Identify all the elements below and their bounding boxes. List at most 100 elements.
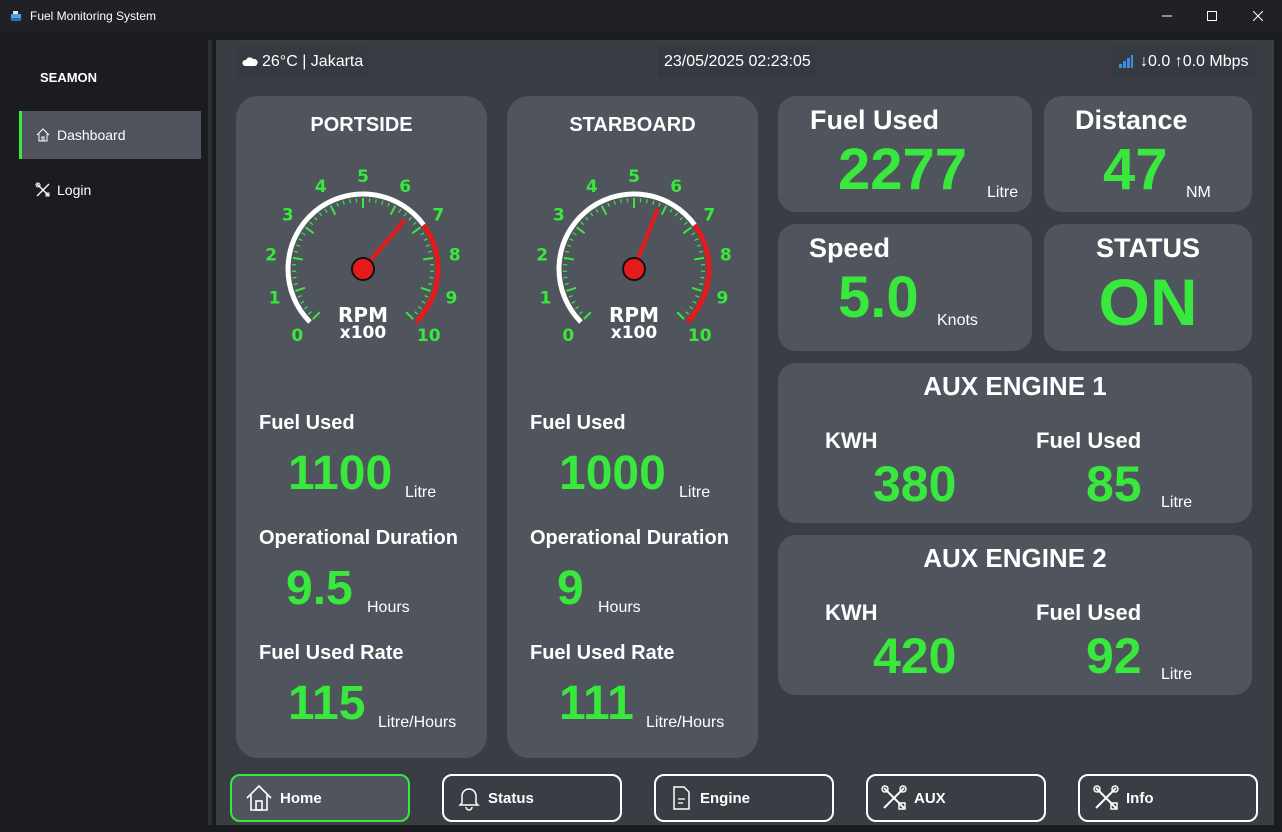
status-value: ON — [1098, 265, 1198, 339]
network-widget: ↓0.0 ↑0.0 Mbps — [1112, 46, 1255, 78]
status-nav-button[interactable]: Status — [442, 774, 622, 822]
home-icon — [36, 128, 50, 142]
starboard-panel: STARBOARD 0 1 2 3 4 5 6 7 8 9 10 RPM x100 Fuel Used … — [507, 96, 758, 758]
gauge-tick — [423, 256, 434, 261]
gauge-tick-label: 0 — [562, 326, 574, 346]
gauge-tick — [694, 256, 705, 261]
sidebar: SEAMON Dashboard Login — [0, 40, 209, 825]
gauge-tick — [420, 286, 431, 292]
gauge-tick — [292, 256, 303, 261]
home-nav-button[interactable]: Home — [230, 774, 410, 822]
kwh-value: 380 — [873, 456, 957, 512]
gauge-tick-label: 2 — [266, 245, 277, 265]
gauge-tick — [398, 208, 402, 213]
tools-icon — [881, 785, 907, 810]
gauge-tick-label: 1 — [540, 289, 552, 309]
aux-fuel-label: Fuel Used — [1036, 600, 1142, 625]
nav-label: Home — [280, 789, 322, 807]
status-card: STATUS ON — [1044, 224, 1252, 351]
brand-label: SEAMON — [40, 70, 98, 85]
gauge-tick — [423, 238, 428, 242]
gauge-tick — [324, 208, 328, 213]
gauge-tick-label: 6 — [670, 177, 682, 197]
duration-unit: Hours — [367, 599, 410, 616]
gauge-tick — [583, 311, 592, 320]
gauge-tick — [420, 232, 425, 236]
cloud-icon — [242, 57, 258, 66]
gauge-tick — [689, 306, 694, 310]
gauge-tick — [309, 221, 314, 226]
gauge-tick-label: 3 — [553, 205, 565, 225]
engine-nav-button[interactable]: Engine — [654, 774, 834, 822]
gauge-tick-label: 8 — [720, 245, 732, 265]
gauge-tick-label: 6 — [399, 177, 411, 197]
close-button[interactable] — [1235, 0, 1281, 32]
gauge-tick — [313, 216, 318, 221]
gauge-tick — [620, 199, 623, 204]
gauge-tick — [412, 221, 417, 226]
weather-widget: 26°C | Jakarta — [236, 46, 370, 78]
aux-fuel-unit: Litre — [1161, 494, 1193, 511]
gauge-tick — [408, 216, 413, 221]
gauge-tick — [694, 238, 699, 242]
gauge-tick — [699, 283, 704, 286]
gauge-tick — [389, 205, 397, 216]
duration-label: Operational Duration — [530, 527, 729, 549]
gauge-tick — [418, 306, 423, 310]
gauge-tick-label: 7 — [703, 205, 715, 225]
gauge-tick — [600, 205, 608, 216]
gauge-tick — [578, 311, 583, 315]
gauge-tick — [295, 286, 306, 292]
card-label: STATUS — [1096, 233, 1200, 263]
signal-icon — [1119, 55, 1133, 68]
rate-label: Fuel Used Rate — [530, 642, 675, 664]
gauge-tick — [301, 232, 306, 236]
gauge-tick — [566, 286, 577, 292]
gauge-tick — [563, 256, 574, 261]
sidebar-item-login[interactable]: Login — [19, 166, 201, 214]
gauge-tick-label: 0 — [291, 326, 303, 346]
info-nav-button[interactable]: Info — [1078, 774, 1258, 822]
fuel-used-unit: Litre — [679, 484, 711, 501]
gauge-tick — [294, 250, 299, 253]
aux-nav-button[interactable]: AUX — [866, 774, 1046, 822]
gauge-tick-label: 2 — [537, 245, 548, 265]
gauge-tick — [403, 212, 407, 217]
gauge-tick-label: 8 — [449, 245, 461, 265]
card-unit: NM — [1186, 184, 1211, 201]
window-title: Fuel Monitoring System — [30, 9, 157, 23]
aux-title: AUX ENGINE 2 — [923, 543, 1107, 573]
gauge-tick — [566, 244, 572, 247]
rpm-gauge: 012345678910RPMx100 — [537, 167, 732, 346]
gauge-tick — [685, 311, 690, 315]
gauge-tick-label: 4 — [586, 177, 598, 197]
minimize-button[interactable] — [1144, 0, 1190, 32]
rate-unit: Litre/Hours — [646, 714, 725, 731]
gauge-tick — [312, 311, 321, 320]
kwh-label: KWH — [825, 600, 878, 625]
nav-label: Engine — [700, 789, 751, 807]
nav-label: Info — [1126, 789, 1154, 807]
rate-value: 115 — [288, 677, 366, 730]
gauge-tick — [295, 244, 301, 247]
gauge-tick — [405, 311, 414, 320]
gauge-tick — [297, 295, 302, 298]
rate-label: Fuel Used Rate — [259, 642, 404, 664]
gauge-tick — [428, 283, 433, 286]
datetime-display: 23/05/2025 02:23:05 — [658, 46, 817, 78]
gauge-tick — [300, 300, 305, 304]
card-unit: Knots — [937, 312, 978, 329]
rate-value: 111 — [559, 677, 634, 730]
gauge-tick — [429, 276, 434, 279]
gauge-scale-label: x100 — [611, 323, 658, 343]
gauge-tick — [676, 311, 685, 320]
gauge-tick — [613, 200, 616, 205]
sidebar-item-dashboard[interactable]: Dashboard — [19, 111, 201, 159]
duration-label: Operational Duration — [259, 527, 458, 549]
gauge-tick — [414, 311, 419, 315]
minimize-icon — [1162, 15, 1172, 17]
gauge-tick-label: 1 — [269, 289, 281, 309]
fuel-used-label: Fuel Used — [259, 412, 355, 434]
maximize-button[interactable] — [1189, 0, 1235, 32]
engine-title: STARBOARD — [569, 114, 696, 136]
